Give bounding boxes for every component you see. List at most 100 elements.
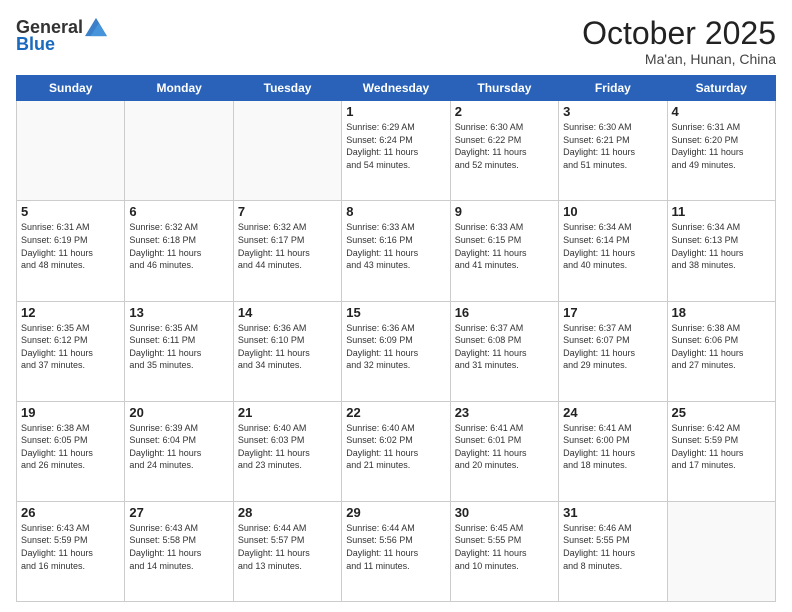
table-row: 27Sunrise: 6:43 AM Sunset: 5:58 PM Dayli… [125,501,233,601]
day-number: 23 [455,405,554,420]
header-wednesday: Wednesday [342,76,450,101]
calendar-week-row: 5 Sunrise: 6:31 AM Sunset: 6:19 PM Daylig… [17,201,776,301]
day-info: Sunrise: 6:33 AM Sunset: 6:15 PM Dayligh… [455,221,554,271]
day-number: 26 [21,505,120,520]
header-sunday: Sunday [17,76,125,101]
day-number: 15 [346,305,445,320]
day-info: Sunrise: 6:43 AM Sunset: 5:59 PM Dayligh… [21,522,120,572]
table-row: 12Sunrise: 6:35 AM Sunset: 6:12 PM Dayli… [17,301,125,401]
day-number: 21 [238,405,337,420]
table-row: 2Sunrise: 6:30 AM Sunset: 6:22 PM Daylig… [450,101,558,201]
day-number: 7 [238,204,337,219]
calendar-week-row: 1 Sunrise: 6:29 AM Sunset: 6:24 PM Daylig… [17,101,776,201]
day-number: 28 [238,505,337,520]
header-thursday: Thursday [450,76,558,101]
table-row: 20 Sunrise: 6:39 AM Sunset: 6:04 PM Dayli… [125,401,233,501]
day-number: 13 [129,305,228,320]
day-info: Sunrise: 6:33 AM Sunset: 6:16 PM Dayligh… [346,221,445,271]
calendar-week-row: 12Sunrise: 6:35 AM Sunset: 6:12 PM Dayli… [17,301,776,401]
table-row: 7 Sunrise: 6:32 AM Sunset: 6:17 PM Daylig… [233,201,341,301]
day-info: Sunrise: 6:46 AM Sunset: 5:55 PM Dayligh… [563,522,662,572]
table-row [17,101,125,201]
header-friday: Friday [559,76,667,101]
day-number: 25 [672,405,771,420]
day-info: Sunrise: 6:34 AM Sunset: 6:13 PM Dayligh… [672,221,771,271]
calendar-table: Sunday Monday Tuesday Wednesday Thursday… [16,75,776,602]
day-info: Sunrise: 6:35 AM Sunset: 6:12 PM Dayligh… [21,322,120,372]
table-row: 17 Sunrise: 6:37 AM Sunset: 6:07 PM Dayli… [559,301,667,401]
day-number: 30 [455,505,554,520]
day-number: 16 [455,305,554,320]
day-number: 29 [346,505,445,520]
table-row: 9 Sunrise: 6:33 AM Sunset: 6:15 PM Daylig… [450,201,558,301]
table-row: 11 Sunrise: 6:34 AM Sunset: 6:13 PM Dayli… [667,201,775,301]
day-number: 9 [455,204,554,219]
table-row: 14 Sunrise: 6:36 AM Sunset: 6:10 PM Dayli… [233,301,341,401]
table-row: 18Sunrise: 6:38 AM Sunset: 6:06 PM Dayli… [667,301,775,401]
day-info: Sunrise: 6:30 AM Sunset: 6:21 PM Dayligh… [563,121,662,171]
table-row: 29 Sunrise: 6:44 AM Sunset: 5:56 PM Dayli… [342,501,450,601]
day-info: Sunrise: 6:44 AM Sunset: 5:56 PM Dayligh… [346,522,445,572]
header-tuesday: Tuesday [233,76,341,101]
day-number: 27 [129,505,228,520]
day-number: 14 [238,305,337,320]
day-info: Sunrise: 6:36 AM Sunset: 6:09 PM Dayligh… [346,322,445,372]
day-number: 18 [672,305,771,320]
day-info: Sunrise: 6:32 AM Sunset: 6:18 PM Dayligh… [129,221,228,271]
day-number: 22 [346,405,445,420]
table-row [125,101,233,201]
day-info: Sunrise: 6:31 AM Sunset: 6:19 PM Dayligh… [21,221,120,271]
header: General Blue October 2025 Ma'an, Hunan, … [16,16,776,67]
page: General Blue October 2025 Ma'an, Hunan, … [0,0,792,612]
table-row: 8 Sunrise: 6:33 AM Sunset: 6:16 PM Daylig… [342,201,450,301]
day-info: Sunrise: 6:38 AM Sunset: 6:05 PM Dayligh… [21,422,120,472]
day-info: Sunrise: 6:41 AM Sunset: 6:00 PM Dayligh… [563,422,662,472]
header-monday: Monday [125,76,233,101]
table-row [667,501,775,601]
day-number: 20 [129,405,228,420]
day-number: 5 [21,204,120,219]
day-info: Sunrise: 6:36 AM Sunset: 6:10 PM Dayligh… [238,322,337,372]
day-number: 1 [346,104,445,119]
day-number: 3 [563,104,662,119]
table-row [233,101,341,201]
day-info: Sunrise: 6:41 AM Sunset: 6:01 PM Dayligh… [455,422,554,472]
day-info: Sunrise: 6:31 AM Sunset: 6:20 PM Dayligh… [672,121,771,171]
day-number: 11 [672,204,771,219]
day-number: 10 [563,204,662,219]
day-number: 17 [563,305,662,320]
day-info: Sunrise: 6:30 AM Sunset: 6:22 PM Dayligh… [455,121,554,171]
day-info: Sunrise: 6:32 AM Sunset: 6:17 PM Dayligh… [238,221,337,271]
day-number: 6 [129,204,228,219]
month-title: October 2025 [582,16,776,51]
table-row: 24 Sunrise: 6:41 AM Sunset: 6:00 PM Dayli… [559,401,667,501]
table-row: 4 Sunrise: 6:31 AM Sunset: 6:20 PM Daylig… [667,101,775,201]
table-row: 28 Sunrise: 6:44 AM Sunset: 5:57 PM Dayli… [233,501,341,601]
day-number: 4 [672,104,771,119]
day-number: 8 [346,204,445,219]
day-info: Sunrise: 6:37 AM Sunset: 6:07 PM Dayligh… [563,322,662,372]
day-info: Sunrise: 6:39 AM Sunset: 6:04 PM Dayligh… [129,422,228,472]
table-row: 15 Sunrise: 6:36 AM Sunset: 6:09 PM Dayli… [342,301,450,401]
day-number: 24 [563,405,662,420]
weekday-header-row: Sunday Monday Tuesday Wednesday Thursday… [17,76,776,101]
table-row: 30Sunrise: 6:45 AM Sunset: 5:55 PM Dayli… [450,501,558,601]
table-row: 13 Sunrise: 6:35 AM Sunset: 6:11 PM Dayli… [125,301,233,401]
table-row: 1 Sunrise: 6:29 AM Sunset: 6:24 PM Daylig… [342,101,450,201]
logo-icon [85,16,107,38]
table-row: 25Sunrise: 6:42 AM Sunset: 5:59 PM Dayli… [667,401,775,501]
day-info: Sunrise: 6:44 AM Sunset: 5:57 PM Dayligh… [238,522,337,572]
location: Ma'an, Hunan, China [582,51,776,67]
logo: General Blue [16,16,107,55]
table-row: 6 Sunrise: 6:32 AM Sunset: 6:18 PM Daylig… [125,201,233,301]
day-number: 19 [21,405,120,420]
table-row: 21 Sunrise: 6:40 AM Sunset: 6:03 PM Dayli… [233,401,341,501]
header-saturday: Saturday [667,76,775,101]
day-info: Sunrise: 6:35 AM Sunset: 6:11 PM Dayligh… [129,322,228,372]
day-info: Sunrise: 6:29 AM Sunset: 6:24 PM Dayligh… [346,121,445,171]
day-info: Sunrise: 6:37 AM Sunset: 6:08 PM Dayligh… [455,322,554,372]
table-row: 5 Sunrise: 6:31 AM Sunset: 6:19 PM Daylig… [17,201,125,301]
table-row: 19 Sunrise: 6:38 AM Sunset: 6:05 PM Dayli… [17,401,125,501]
day-info: Sunrise: 6:40 AM Sunset: 6:03 PM Dayligh… [238,422,337,472]
table-row: 31Sunrise: 6:46 AM Sunset: 5:55 PM Dayli… [559,501,667,601]
